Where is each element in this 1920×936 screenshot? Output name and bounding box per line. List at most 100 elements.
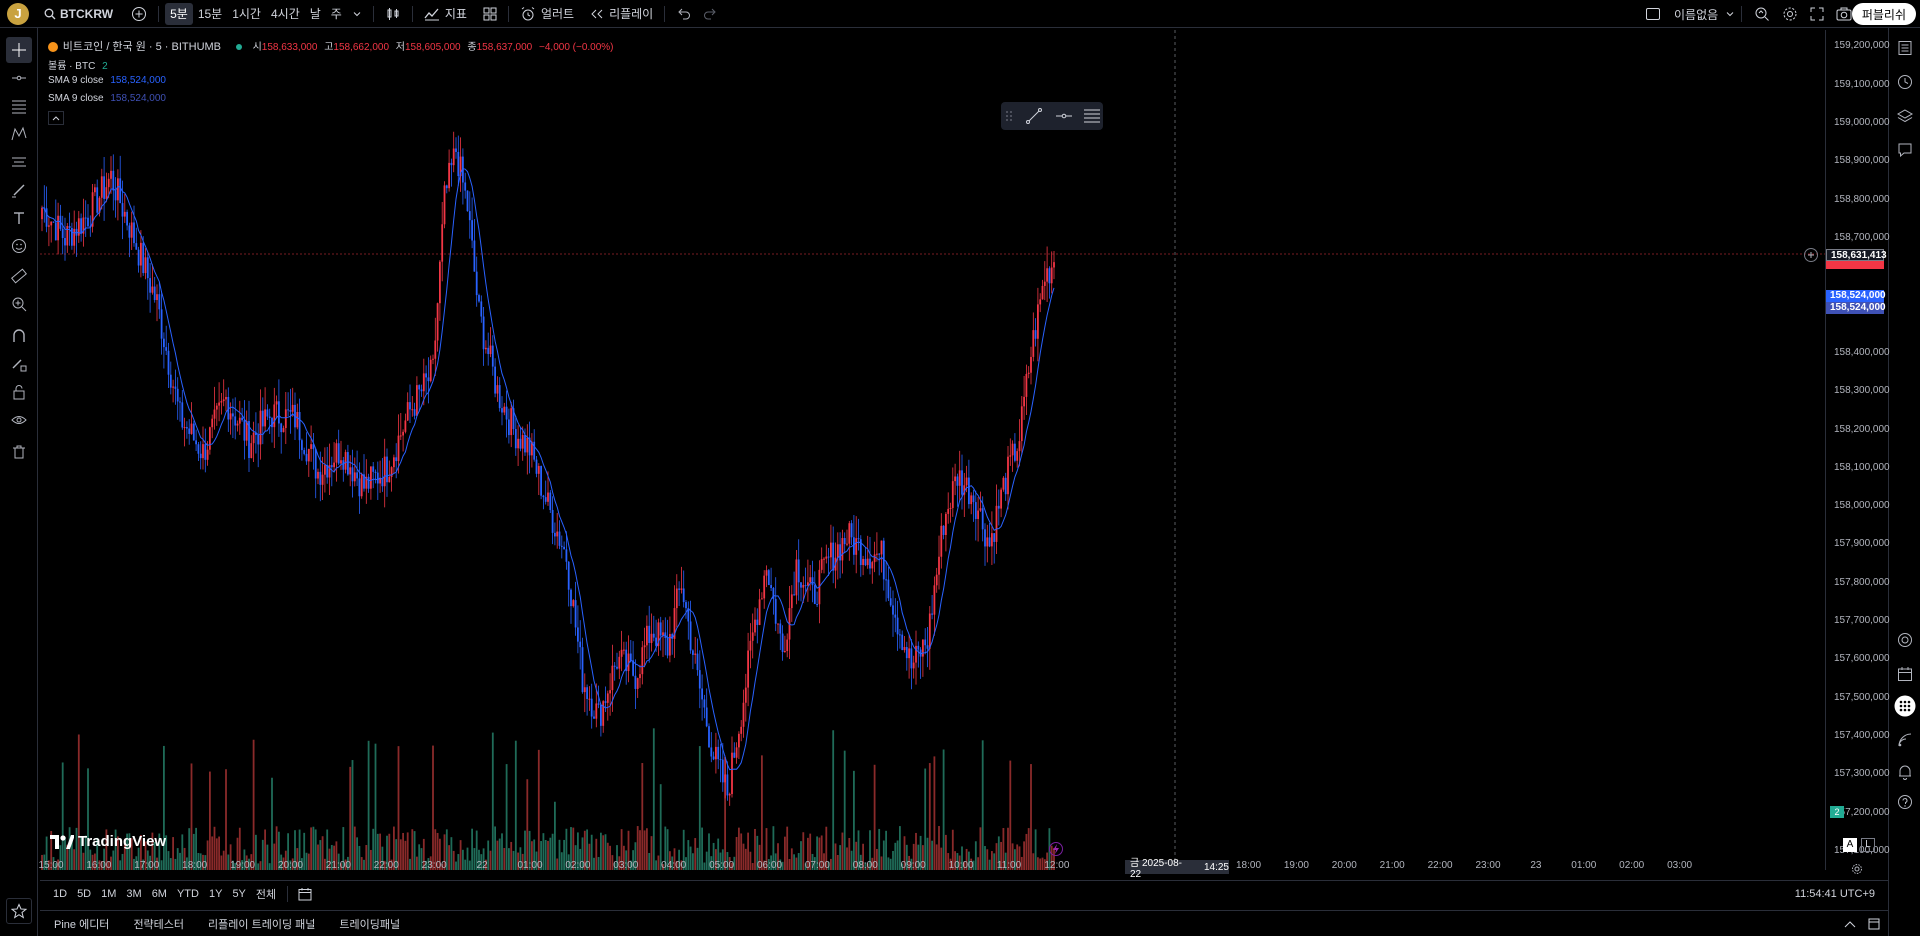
- range-all[interactable]: 전체: [251, 886, 281, 902]
- projection-icon: [11, 154, 27, 170]
- price-scale[interactable]: 159,200,000 159,100,000 159,000,000 158,900…: [1804, 30, 1890, 874]
- add-alert-button[interactable]: [1804, 248, 1818, 262]
- interval-1h[interactable]: 1시간: [227, 3, 266, 25]
- volume-bar: [491, 732, 494, 870]
- symbol-search-button[interactable]: BTCKRW: [39, 3, 118, 25]
- alerts-panel-button[interactable]: [1893, 70, 1917, 94]
- horizontal-line-icon[interactable]: [1055, 107, 1073, 125]
- quick-search-icon[interactable]: [1754, 6, 1770, 22]
- publish-button[interactable]: 퍼블리쉬: [1851, 3, 1916, 25]
- chart-type-button[interactable]: [380, 3, 406, 25]
- candle-body: [991, 533, 993, 547]
- calendar-button[interactable]: [1893, 662, 1917, 686]
- visibility-tool[interactable]: [6, 407, 32, 433]
- lock-tool[interactable]: [6, 379, 32, 405]
- chevron-up-icon[interactable]: [1844, 920, 1856, 928]
- projection-tool[interactable]: [6, 149, 32, 175]
- symbol-legend[interactable]: 비트코인 / 한국 원 · 5 · BITHUMB 시158,633,000 고…: [48, 38, 614, 54]
- scale-settings-icon[interactable]: [1851, 863, 1863, 875]
- crosshair-tool[interactable]: [6, 37, 32, 63]
- object-tree-button[interactable]: [1893, 104, 1917, 128]
- gear-icon[interactable]: [1782, 6, 1798, 22]
- volume-bar: [924, 768, 927, 870]
- chevron-down-icon[interactable]: [1725, 9, 1735, 19]
- candle-body: [864, 558, 867, 566]
- interval-dropdown-button[interactable]: [347, 3, 367, 25]
- candle-body: [374, 471, 377, 473]
- interval-week[interactable]: 주: [326, 3, 347, 25]
- replay-button[interactable]: 리플레이: [585, 3, 658, 25]
- camera-icon[interactable]: [1836, 7, 1852, 21]
- draw-mode-tool[interactable]: [6, 351, 32, 377]
- chart-pane[interactable]: TradingView: [40, 30, 1825, 870]
- candle-body: [358, 478, 361, 497]
- indicators-button[interactable]: 지표: [419, 3, 472, 25]
- brush-tool[interactable]: [6, 177, 32, 203]
- candle-body: [420, 389, 423, 392]
- tab-trading-panel[interactable]: 트레이딩패널: [327, 916, 412, 932]
- help-button[interactable]: [1893, 790, 1917, 814]
- drag-handle-icon[interactable]: [1005, 109, 1013, 123]
- candle-body: [192, 423, 195, 441]
- tradingview-logo[interactable]: TradingView: [50, 833, 166, 850]
- log-scale-button[interactable]: L: [1861, 838, 1875, 852]
- range-ytd[interactable]: YTD: [172, 888, 204, 900]
- collapse-legend-button[interactable]: [48, 111, 64, 125]
- go-to-date-icon[interactable]: [298, 887, 312, 901]
- range-5d[interactable]: 5D: [72, 888, 96, 900]
- fib-lines-icon[interactable]: [1083, 107, 1101, 125]
- candle-body: [137, 249, 140, 266]
- fib-tool[interactable]: [6, 93, 32, 119]
- maximize-panel-icon[interactable]: [1868, 918, 1880, 930]
- undo-button[interactable]: [671, 3, 697, 25]
- ruler-tool[interactable]: [6, 263, 32, 289]
- streams-button[interactable]: [1893, 728, 1917, 752]
- indicators-icon: [424, 6, 440, 22]
- layout-icon[interactable]: [1645, 7, 1661, 21]
- interval-4h[interactable]: 4시간: [266, 3, 305, 25]
- magnet-tool[interactable]: [6, 323, 32, 349]
- drawing-floating-toolbar[interactable]: [1001, 102, 1103, 130]
- templates-button[interactable]: [478, 3, 502, 25]
- auto-scale-button[interactable]: A: [1843, 838, 1857, 852]
- fullscreen-icon[interactable]: [1810, 7, 1824, 21]
- emoji-tool[interactable]: [6, 233, 32, 259]
- user-avatar[interactable]: J: [7, 2, 29, 25]
- sma-legend-2[interactable]: SMA 9 close 158,524,000: [48, 93, 166, 104]
- redo-button[interactable]: [697, 3, 723, 25]
- trend-line-tool[interactable]: [6, 65, 32, 91]
- candle-body: [1020, 406, 1023, 442]
- watchlist-button[interactable]: [1893, 36, 1917, 60]
- interval-day[interactable]: 날: [305, 3, 326, 25]
- favorites-tool[interactable]: [6, 898, 32, 924]
- chat-button[interactable]: [1893, 138, 1917, 162]
- remove-drawings-tool[interactable]: [6, 439, 32, 465]
- apps-button[interactable]: [1893, 694, 1917, 718]
- interval-5m[interactable]: 5분: [165, 2, 193, 25]
- ideas-button[interactable]: [1893, 628, 1917, 652]
- volume-legend[interactable]: 볼륨 · BTC 2: [48, 57, 108, 72]
- timezone-clock[interactable]: 11:54:41 UTC+9: [1790, 888, 1880, 900]
- compare-symbol-button[interactable]: [126, 3, 152, 25]
- range-1y[interactable]: 1Y: [204, 888, 227, 900]
- range-3m[interactable]: 3M: [121, 888, 146, 900]
- sma-legend-1[interactable]: SMA 9 close 158,524,000: [48, 75, 166, 86]
- range-1d[interactable]: 1D: [48, 888, 72, 900]
- range-5y[interactable]: 5Y: [227, 888, 250, 900]
- price-chart[interactable]: [40, 30, 1825, 870]
- alert-button[interactable]: 얼러트: [515, 3, 579, 25]
- lightning-icon[interactable]: [1049, 842, 1063, 856]
- interval-15m[interactable]: 15분: [193, 3, 227, 25]
- range-1m[interactable]: 1M: [96, 888, 121, 900]
- trend-line-icon[interactable]: [1025, 107, 1043, 125]
- layout-name[interactable]: 이름없음: [1669, 3, 1723, 25]
- tab-pine-editor[interactable]: Pine 에디터: [40, 916, 121, 932]
- text-tool[interactable]: [6, 205, 32, 231]
- zoom-tool[interactable]: [6, 291, 32, 317]
- pattern-tool[interactable]: [6, 121, 32, 147]
- notifications-button[interactable]: [1893, 760, 1917, 784]
- time-scale[interactable]: 15:00 16:00 17:00 18:00 19:00 20:00 21:00 22:00…: [38, 858, 1825, 880]
- tab-replay-trading[interactable]: 리플레이 트레이딩 패널: [196, 916, 327, 932]
- tab-strategy-tester[interactable]: 전략테스터: [121, 916, 196, 932]
- range-6m[interactable]: 6M: [147, 888, 172, 900]
